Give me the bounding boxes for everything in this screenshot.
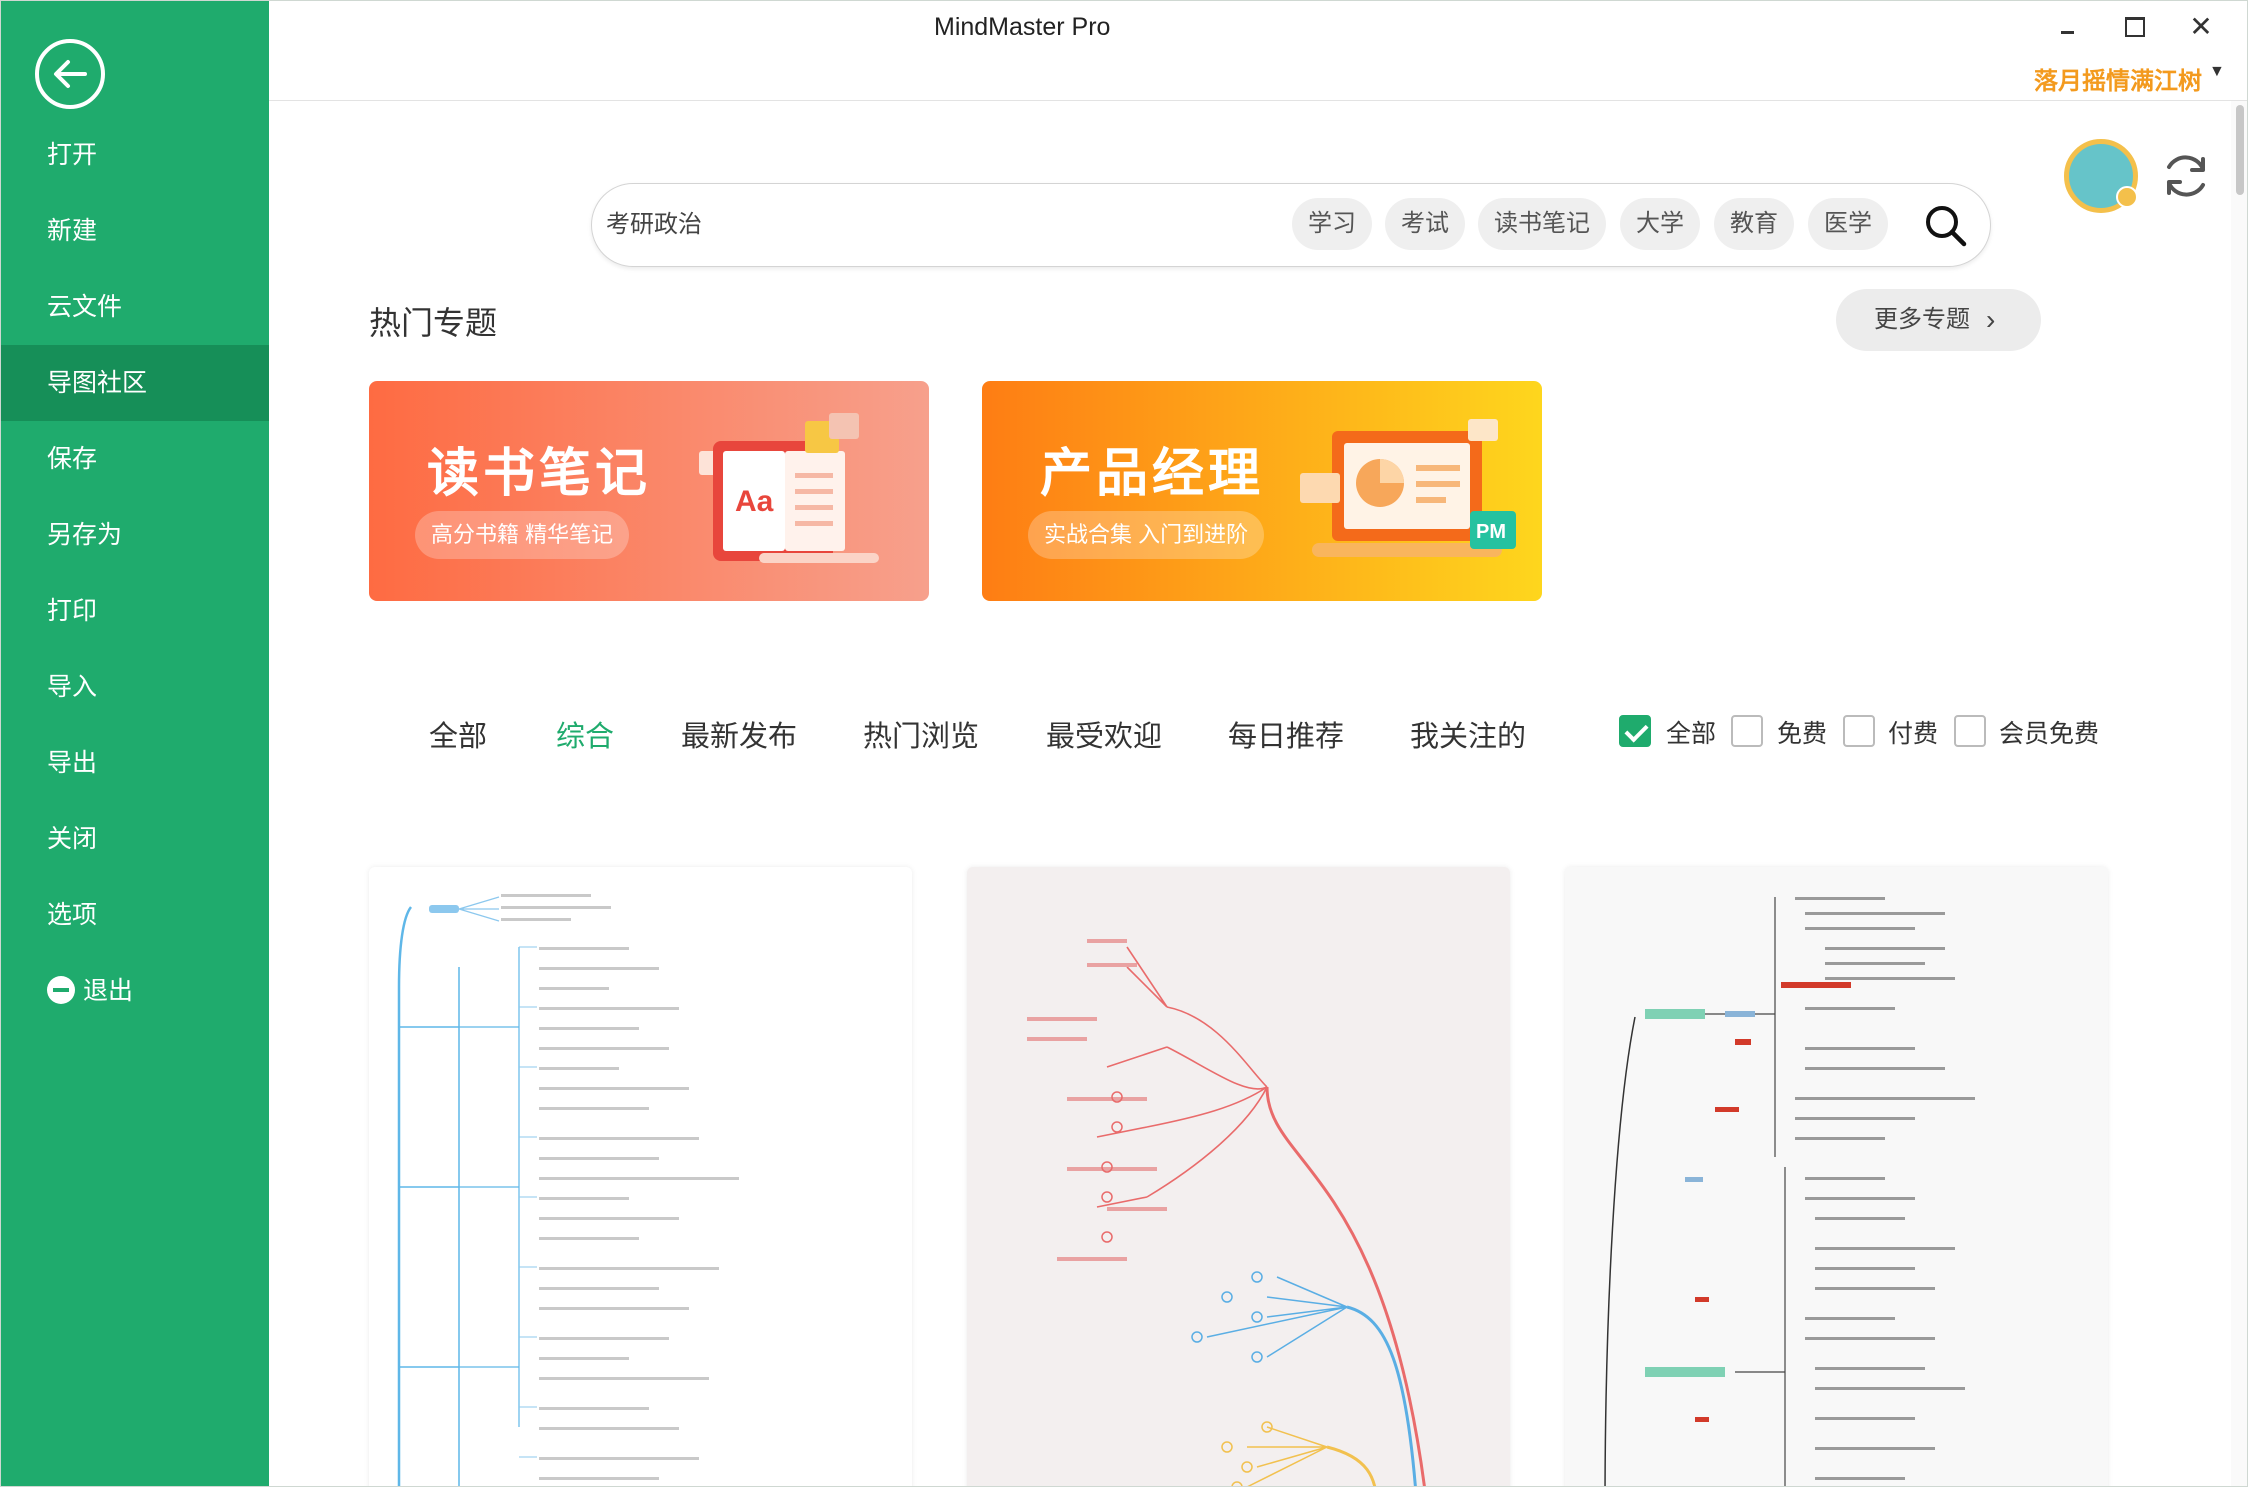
tab-hot-views[interactable]: 热门浏览: [863, 713, 979, 755]
sidebar-item-label: 打开: [47, 141, 98, 169]
sidebar-item-label: 导出: [47, 749, 98, 777]
caret-down-icon[interactable]: ▼: [2209, 63, 2225, 81]
tag-exam[interactable]: 考试: [1385, 198, 1465, 250]
banner-reading-notes[interactable]: 读书笔记 高分书籍 精华笔记 Aa: [369, 381, 929, 601]
checkbox-free-label: 免费: [1777, 720, 1828, 748]
checkbox-member-free-label: 会员免费: [1999, 720, 2100, 748]
mindmap-card[interactable]: [967, 867, 1510, 1486]
search-bar: 学习 考试 读书笔记 大学 教育 医学: [591, 183, 1991, 267]
tag-education[interactable]: 教育: [1714, 198, 1794, 250]
tab-most-liked[interactable]: 最受欢迎: [1046, 713, 1162, 755]
checkbox-all-label: 全部: [1666, 720, 1717, 748]
more-topics-button[interactable]: 更多专题 ›: [1836, 289, 2041, 351]
tab-latest[interactable]: 最新发布: [681, 713, 797, 755]
scrollbar[interactable]: [2231, 101, 2247, 1486]
sidebar-item-label: 另存为: [47, 521, 123, 549]
sidebar-item-label: 新建: [47, 217, 98, 245]
sidebar-item-label: 导入: [47, 673, 98, 701]
sync-icon[interactable]: [2159, 149, 2213, 203]
sidebar-item-exit[interactable]: 退出: [1, 953, 269, 1029]
sidebar-item-new[interactable]: 新建: [1, 193, 269, 269]
banner-title: 读书笔记: [427, 445, 652, 503]
sidebar-item-open[interactable]: 打开: [1, 117, 269, 193]
sidebar-item-save-as[interactable]: 另存为: [1, 497, 269, 573]
tab-all[interactable]: 全部: [429, 713, 487, 755]
close-icon: ✕: [2189, 11, 2213, 42]
sidebar-item-close[interactable]: 关闭: [1, 801, 269, 877]
back-button[interactable]: [35, 39, 105, 109]
section-title: 热门专题: [369, 305, 498, 341]
tag-reading-notes[interactable]: 读书笔记: [1478, 198, 1606, 250]
banner-title: 产品经理: [1040, 445, 1265, 503]
mindmap-thumbnail-image: [397, 894, 739, 1486]
banner-badge: Aa: [735, 485, 774, 518]
notebook-illustration-icon: Aa: [699, 413, 879, 563]
search-input[interactable]: [606, 204, 1206, 246]
vip-badge-icon: [2116, 186, 2138, 208]
mindmap-thumbnail-image: [1604, 897, 1975, 1486]
sidebar-item-label: 关闭: [47, 825, 98, 853]
minus-circle-icon: [47, 976, 75, 1004]
close-button[interactable]: ✕: [2181, 9, 2221, 45]
sidebar-item-print[interactable]: 打印: [1, 573, 269, 649]
mindmap-thumbnail-image: [1027, 939, 1426, 1486]
app-title: MindMaster Pro: [934, 13, 1111, 41]
arrow-left-icon: [54, 60, 87, 88]
sidebar-item-label: 选项: [47, 901, 98, 929]
tab-following[interactable]: 我关注的: [1410, 713, 1526, 755]
tag-medicine[interactable]: 医学: [1808, 198, 1888, 250]
laptop-illustration-icon: PM: [1300, 419, 1516, 557]
banner-product-manager[interactable]: 产品经理 实战合集 入门到进阶 PM: [982, 381, 1542, 601]
minimize-button[interactable]: [2049, 9, 2089, 45]
search-icon[interactable]: [1922, 202, 1970, 250]
sidebar: 打开 新建 云文件 导图社区 保存 另存为 打印 导入 导出 关闭 选项 退出: [1, 1, 269, 1486]
sidebar-item-community[interactable]: 导图社区: [1, 345, 269, 421]
banner-badge: PM: [1476, 521, 1506, 543]
sidebar-item-save[interactable]: 保存: [1, 421, 269, 497]
sidebar-item-label: 保存: [47, 445, 98, 473]
mindmap-card[interactable]: [1565, 867, 2108, 1486]
title-bar: MindMaster Pro ✕ 落月摇情满江树 ▼: [269, 1, 2247, 101]
mindmap-card[interactable]: [369, 867, 912, 1486]
maximize-button[interactable]: [2114, 9, 2154, 45]
banner-subtitle: 实战合集 入门到进阶: [1028, 511, 1265, 559]
checkbox-paid-label: 付费: [1888, 720, 1939, 748]
checkbox-member-free[interactable]: [1954, 715, 1986, 747]
tab-general[interactable]: 综合: [556, 713, 614, 755]
sidebar-item-label: 导图社区: [47, 369, 148, 397]
scrollbar-thumb[interactable]: [2236, 105, 2244, 195]
more-topics-label: 更多专题: [1874, 306, 1970, 333]
sidebar-item-export[interactable]: 导出: [1, 725, 269, 801]
user-name-menu[interactable]: 落月摇情满江树: [2034, 61, 2202, 96]
checkbox-free[interactable]: [1731, 715, 1763, 747]
sidebar-item-label: 退出: [83, 977, 134, 1005]
banner-subtitle: 高分书籍 精华笔记: [415, 511, 630, 559]
checkbox-paid[interactable]: [1843, 715, 1875, 747]
sidebar-item-label: 打印: [47, 597, 98, 625]
sidebar-item-cloud-files[interactable]: 云文件: [1, 269, 269, 345]
tag-university[interactable]: 大学: [1620, 198, 1700, 250]
tag-study[interactable]: 学习: [1292, 198, 1372, 250]
tab-daily-pick[interactable]: 每日推荐: [1228, 713, 1344, 755]
chevron-right-icon: ›: [1986, 304, 1996, 335]
app-window: 打开 新建 云文件 导图社区 保存 另存为 打印 导入 导出 关闭 选项 退出 …: [0, 0, 2248, 1487]
sidebar-item-label: 云文件: [47, 293, 123, 321]
checkbox-all[interactable]: [1619, 715, 1651, 747]
sidebar-item-import[interactable]: 导入: [1, 649, 269, 725]
sidebar-item-options[interactable]: 选项: [1, 877, 269, 953]
